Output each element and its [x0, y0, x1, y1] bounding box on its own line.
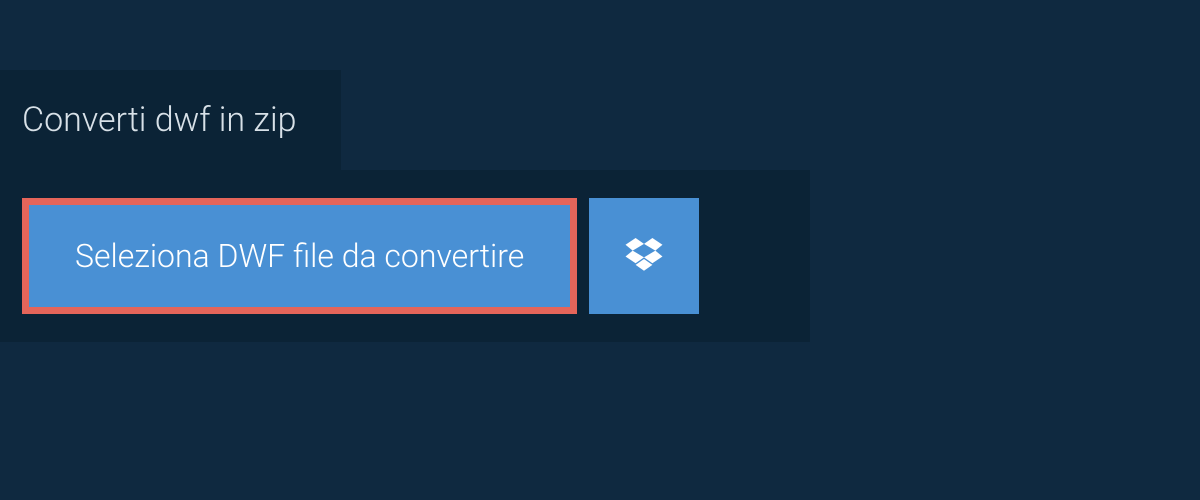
select-file-button-label: Seleziona DWF file da convertire — [75, 237, 524, 275]
page-tab: Converti dwf in zip — [0, 70, 341, 170]
dropbox-button[interactable] — [589, 198, 699, 314]
upload-panel: Seleziona DWF file da convertire — [0, 170, 810, 342]
dropbox-icon — [623, 233, 665, 279]
select-file-button[interactable]: Seleziona DWF file da convertire — [22, 198, 577, 314]
page-title: Converti dwf in zip — [22, 100, 296, 140]
